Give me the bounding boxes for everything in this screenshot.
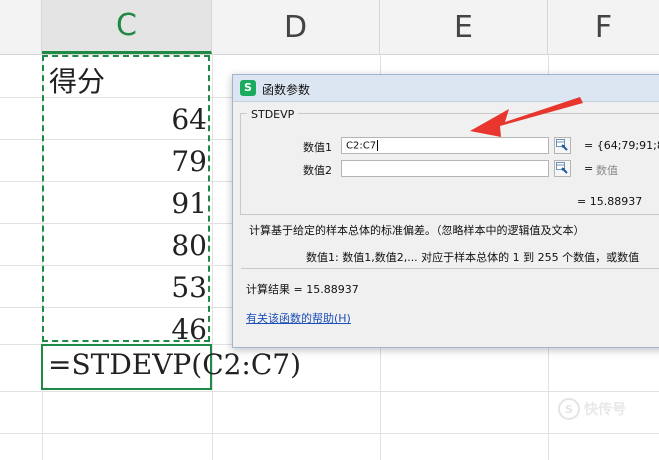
watermark-text: 快传号 xyxy=(584,402,626,418)
watermark: S 快传号 xyxy=(558,398,626,420)
watermark-logo-icon: S xyxy=(558,398,580,420)
annotation-arrow-icon xyxy=(470,97,583,137)
